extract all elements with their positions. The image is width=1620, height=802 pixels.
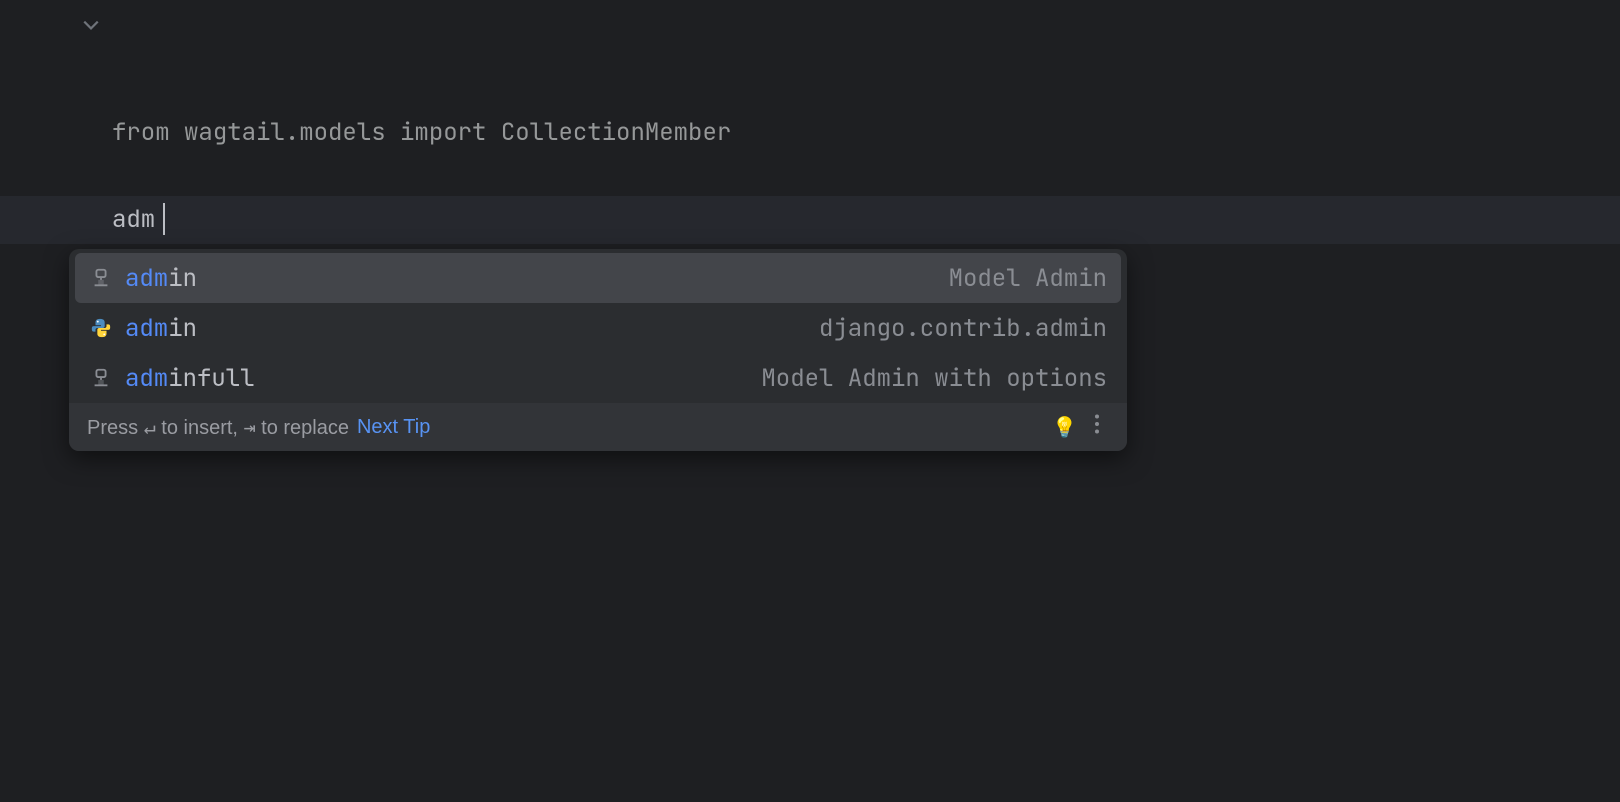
completion-popup: admin Model Admin admin django.contrib.a… (69, 249, 1127, 451)
typed-text: adm (112, 204, 155, 235)
text-cursor (163, 203, 165, 235)
completion-footer: Press ↵ to insert, ⇥ to replace Next Tip… (69, 403, 1127, 451)
next-tip-link[interactable]: Next Tip (357, 416, 430, 439)
more-icon[interactable] (1085, 414, 1109, 440)
live-template-icon (89, 366, 113, 390)
completion-label: admin (125, 263, 197, 294)
completion-label: adminfull (125, 363, 255, 394)
completion-item[interactable]: adminfull Model Admin with options (69, 353, 1127, 403)
bulb-icon[interactable]: 💡 (1052, 415, 1077, 440)
completion-description: django.contrib.admin (819, 313, 1107, 344)
fold-chevron-icon[interactable] (82, 11, 100, 42)
completion-description: Model Admin with options (761, 363, 1107, 394)
live-template-icon (89, 266, 113, 290)
completion-description: Model Admin (949, 263, 1107, 294)
python-icon (89, 316, 113, 340)
completion-label: admin (125, 313, 197, 344)
enter-key-icon: ↵ (144, 415, 156, 439)
tab-key-icon: ⇥ (244, 415, 256, 439)
completion-item[interactable]: admin Model Admin (75, 253, 1121, 303)
hint-text: Press ↵ to insert, ⇥ to replace (87, 415, 349, 440)
code-line: from wagtail.models import CollectionMem… (112, 108, 731, 158)
completion-item[interactable]: admin django.contrib.admin (69, 303, 1127, 353)
